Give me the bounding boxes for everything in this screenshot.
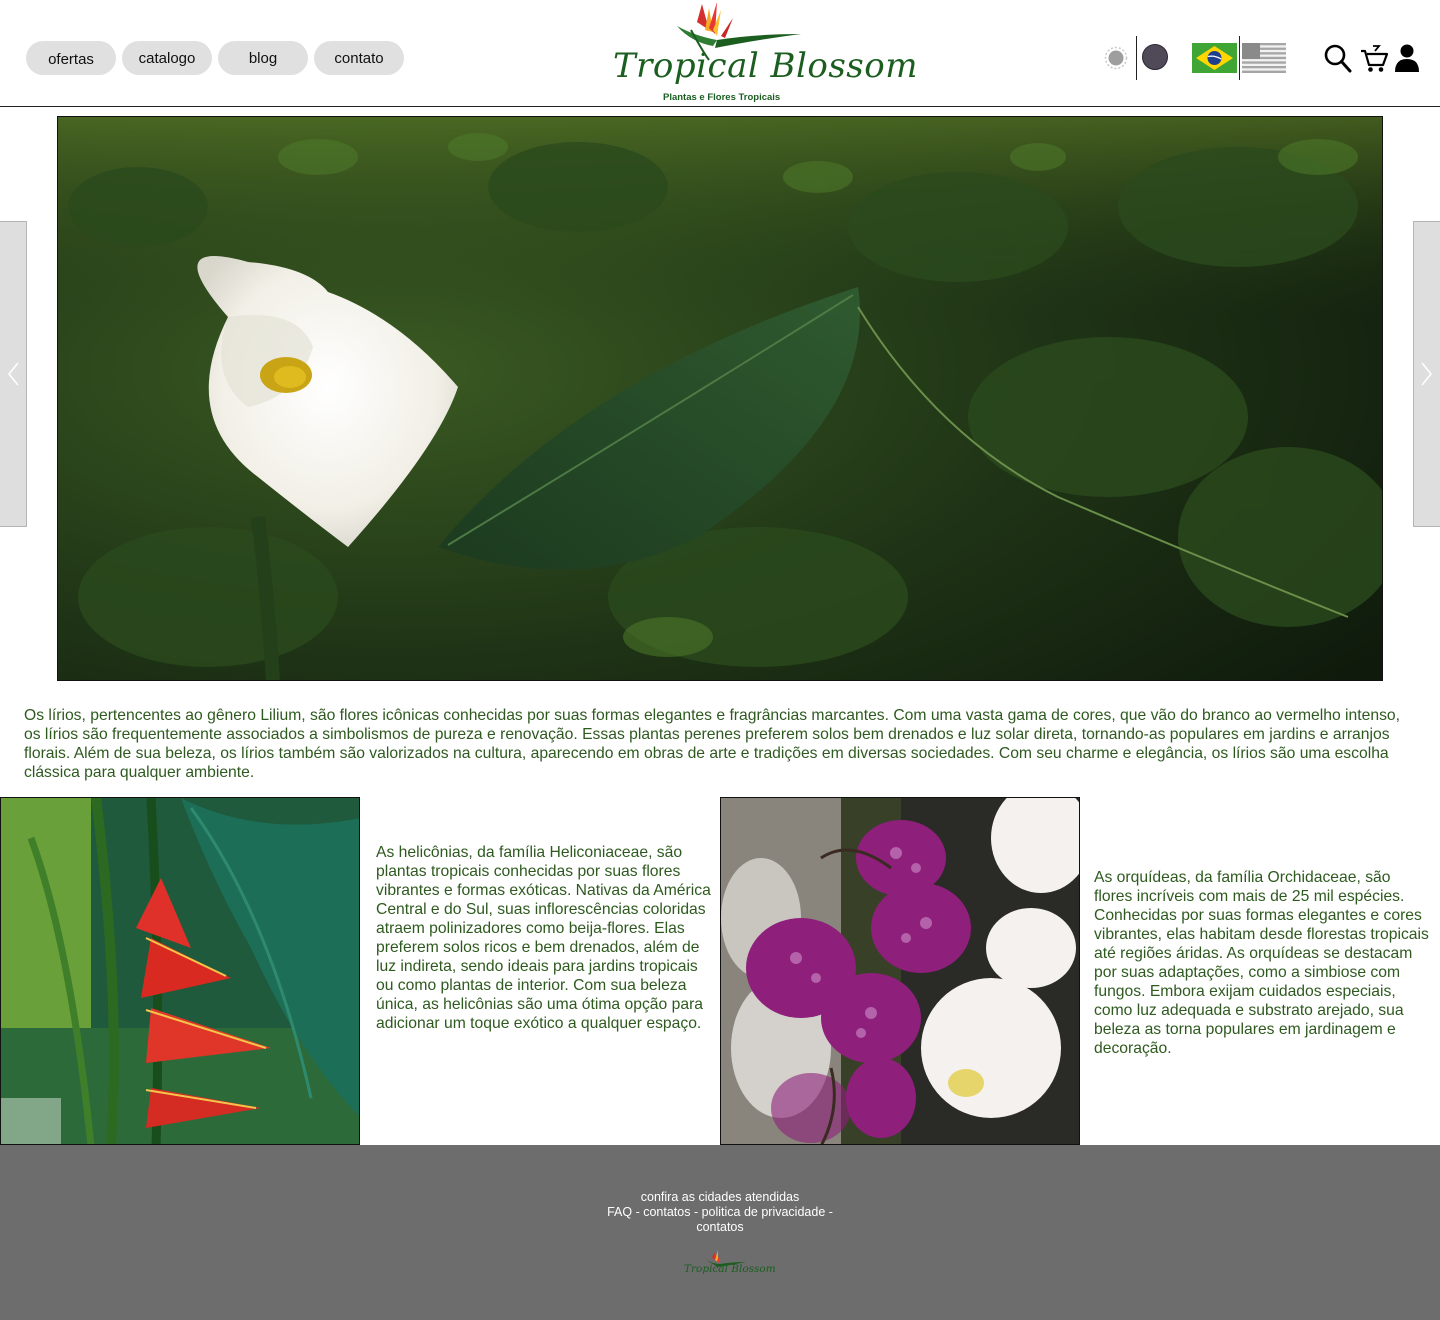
footer-contatos-link[interactable]: contatos — [643, 1205, 690, 1219]
language-selector — [1192, 36, 1288, 80]
nav-contato-button[interactable]: contato — [314, 41, 404, 75]
orchid-description: As orquídeas, da família Orchidaceae, sã… — [1094, 869, 1429, 1057]
nav-ofertas-button[interactable]: ofertas — [26, 41, 116, 75]
orchid-image — [720, 797, 1080, 1145]
footer-cities-link[interactable]: confira as cidades atendidas — [560, 1190, 880, 1205]
heliconia-photo — [1, 798, 359, 1144]
calla-lily-photo — [58, 117, 1382, 680]
theme-toggle — [1100, 36, 1172, 80]
footer-faq-link[interactable]: FAQ — [607, 1205, 632, 1219]
heliconia-image — [0, 797, 360, 1145]
slider-prev-button[interactable] — [0, 221, 27, 527]
search-icon[interactable] — [1324, 43, 1352, 73]
lilies-description: Os lírios, pertencentes ao gênero Lilium… — [24, 707, 1400, 781]
main-nav: ofertas catalogo blog contato — [26, 41, 404, 75]
language-divider — [1239, 36, 1240, 80]
brazil-flag-icon[interactable] — [1192, 43, 1237, 73]
user-icon[interactable] — [1394, 43, 1420, 73]
logo-title: Tropical Blossom — [613, 46, 918, 86]
footer-separator: - — [632, 1205, 644, 1219]
site-header: ofertas catalogo blog contato Tropical B… — [0, 0, 1440, 107]
chevron-left-icon — [7, 362, 19, 386]
nav-blog-button[interactable]: blog — [218, 41, 308, 75]
footer-logo-title: Tropical Blossom — [684, 1263, 776, 1275]
footer-separator: - — [825, 1205, 833, 1219]
logo-subtitle: Plantas e Flores Tropicais — [663, 92, 781, 103]
footer-contatos-link-2[interactable]: contatos — [560, 1220, 880, 1235]
orchid-photo — [721, 798, 1079, 1144]
footer-links-row: FAQ - contatos - politica de privacidade… — [560, 1205, 880, 1220]
hero-image — [57, 116, 1383, 681]
sun-icon[interactable] — [1104, 46, 1128, 70]
slider-next-button[interactable] — [1413, 221, 1440, 527]
site-footer: confira as cidades atendidas FAQ - conta… — [0, 1145, 1440, 1320]
chevron-right-icon — [1421, 362, 1433, 386]
page: ofertas catalogo blog contato Tropical B… — [0, 0, 1440, 1320]
brand-logo[interactable]: Tropical Blossom Plantas e Flores Tropic… — [605, 0, 917, 106]
footer-links: confira as cidades atendidas FAQ - conta… — [560, 1190, 880, 1235]
footer-logo[interactable]: Tropical Blossom — [684, 1250, 776, 1286]
nav-catalogo-button[interactable]: catalogo — [122, 41, 212, 75]
usa-flag-icon[interactable] — [1242, 43, 1286, 73]
cart-icon[interactable] — [1360, 43, 1388, 73]
footer-privacy-link[interactable]: politica de privacidade — [702, 1205, 826, 1219]
moon-icon[interactable] — [1142, 44, 1168, 70]
heliconia-description: As helicônias, da família Heliconiaceae,… — [376, 844, 711, 1032]
footer-separator: - — [690, 1205, 702, 1219]
theme-divider — [1136, 36, 1137, 80]
